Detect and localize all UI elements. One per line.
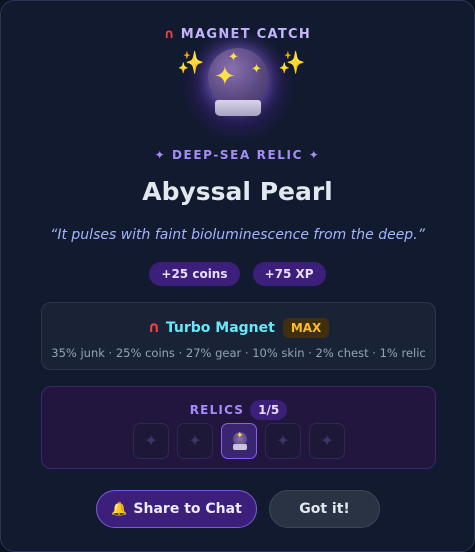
crystal-ball-base — [233, 444, 247, 450]
relics-header: RELICS 1/5 — [42, 399, 435, 420]
max-badge: MAX — [282, 318, 330, 338]
sparkle-icon: ✦ — [236, 431, 244, 441]
catch-card: ∩MAGNET CATCH ✦ ✦ ✦ ✨ ✨ ✦ DEEP-SEA RELIC… — [0, 0, 475, 552]
magnet-icon: ∩ — [163, 27, 176, 42]
relic-slot-empty: ✦ — [133, 423, 169, 459]
crystal-ball-base — [215, 100, 261, 116]
magnet-icon: ∩ — [147, 318, 160, 336]
magnet-name: Turbo Magnet — [165, 320, 275, 336]
relics-count-badge: 1/5 — [250, 400, 288, 420]
relics-label: RELICS — [189, 403, 245, 417]
bell-icon: 🔔 — [111, 502, 128, 517]
xp-reward-pill: +75 XP — [252, 262, 326, 286]
item-name: Abyssal Pearl — [142, 177, 333, 206]
sparkle-icon: ✦ — [251, 62, 262, 77]
rewards-row: +25 coins +75 XP — [1, 262, 474, 286]
magnet-odds: 35% junk · 25% coins · 27% gear · 10% sk… — [51, 346, 426, 360]
magnet-panel: ∩ Turbo Magnet MAX 35% junk · 25% coins · … — [41, 302, 436, 370]
coins-reward-pill: +25 coins — [149, 262, 240, 286]
sparkle-icon: ✨ — [177, 51, 205, 76]
share-button-label: Share to Chat — [133, 501, 242, 517]
sparkle-icon: ✦ — [214, 62, 236, 92]
item-category: ✦ DEEP-SEA RELIC ✦ — [154, 148, 321, 162]
relic-slot-empty: ✦ — [265, 423, 301, 459]
item-description: “It pulses with faint bioluminescence fr… — [50, 227, 425, 243]
relics-panel: RELICS 1/5 ✦ ✦ ✦ ✦ ✦ — [41, 386, 436, 469]
relic-slot-filled: ✦ — [221, 423, 257, 459]
got-it-button[interactable]: Got it! — [269, 490, 380, 528]
relic-slot-empty: ✦ — [309, 423, 345, 459]
sparkle-icon: ✦ — [228, 50, 239, 65]
relic-slot-empty: ✦ — [177, 423, 213, 459]
magnet-row: ∩ Turbo Magnet MAX — [42, 317, 435, 338]
share-to-chat-button[interactable]: 🔔 Share to Chat — [96, 490, 257, 528]
sparkle-icon: ✨ — [278, 51, 306, 76]
